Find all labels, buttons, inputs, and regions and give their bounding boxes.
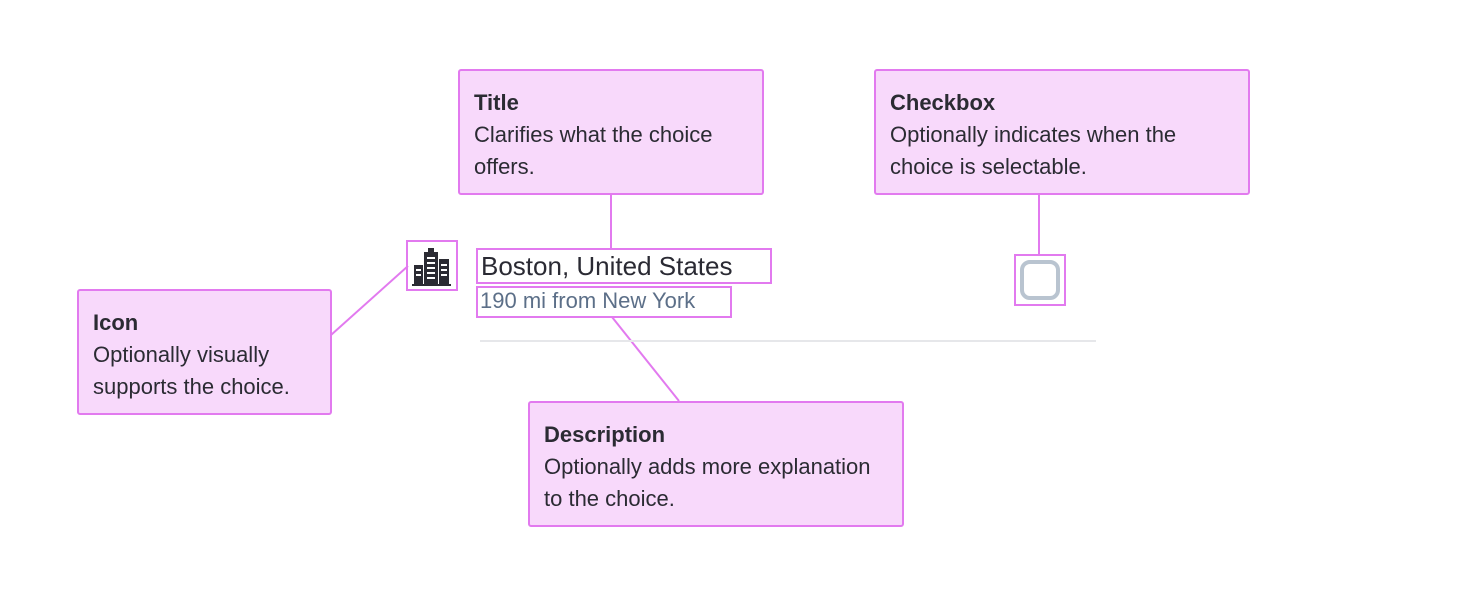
title-highlight (476, 248, 772, 284)
description-callout: Description Optionally adds more explana… (528, 401, 904, 527)
icon-highlight (406, 240, 458, 291)
icon-callout: Icon Optionally visually supports the ch… (77, 289, 332, 415)
title-callout: Title Clarifies what the choice offers. (458, 69, 764, 195)
description-connector (611, 316, 680, 402)
title-callout-text: Clarifies what the choice offers. (474, 122, 713, 179)
checkbox-callout: Checkbox Optionally indicates when the c… (874, 69, 1250, 195)
description-highlight (476, 286, 732, 318)
icon-callout-text: Optionally visually supports the choice. (93, 342, 290, 399)
description-callout-heading: Description (544, 422, 666, 447)
checkbox-highlight (1014, 254, 1066, 306)
checkbox-callout-text: Optionally indicates when the choice is … (890, 122, 1177, 179)
icon-connector (330, 265, 409, 336)
checkbox-callout-heading: Checkbox (890, 90, 996, 115)
icon-callout-heading: Icon (93, 310, 139, 335)
title-callout-heading: Title (474, 90, 519, 115)
choice-divider (480, 340, 1096, 342)
description-callout-text: Optionally adds more explanation to the … (544, 454, 871, 511)
